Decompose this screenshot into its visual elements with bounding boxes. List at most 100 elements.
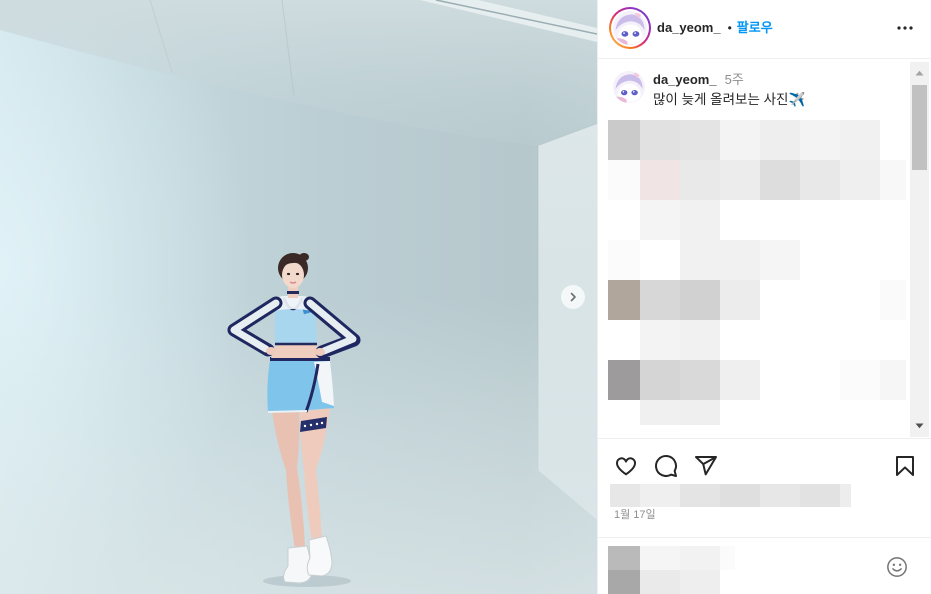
redacted-tile [640,400,680,425]
redacted-tile [840,320,880,360]
redacted-tile [880,320,906,360]
garter-stud [315,422,319,426]
redacted-tile [610,484,640,507]
redacted-tile [680,546,720,570]
chevron-right-icon [567,291,579,303]
redacted-tile [720,280,760,320]
redacted-tile [608,240,640,280]
redacted-tile [800,320,840,360]
redacted-tile [800,200,840,240]
redacted-tile [608,360,640,400]
redacted-tile [760,484,800,507]
redacted-tile [800,360,840,400]
post-date[interactable]: 1월 17일 [614,508,656,522]
caption-avatar[interactable] [613,71,645,103]
like-button[interactable] [614,454,638,478]
redacted-tile [608,160,640,200]
redacted-tile [840,160,880,200]
redacted-tile [800,160,840,200]
skirt-hem [267,410,308,413]
redacted-tile [760,200,800,240]
comments-section[interactable]: da_yeom_ 5주 많이 늦게 올려보는 사진✈️ [597,59,931,438]
redacted-tile [680,400,720,425]
redacted-tile [880,400,906,425]
redacted-tile [760,240,800,280]
redacted-tile [680,570,720,594]
redacted-tile [760,400,800,425]
follow-button[interactable]: 팔로우 [737,19,773,37]
comments-scrollbar[interactable] [910,62,929,437]
redacted-commenter [608,546,735,594]
redacted-tile [880,160,906,200]
redacted-tile [880,120,906,160]
right-hand [315,348,325,356]
redacted-tile [640,280,680,320]
share-button[interactable] [694,454,718,478]
redacted-tile [720,570,735,594]
more-options-button[interactable] [896,19,914,37]
redacted-tile [720,200,760,240]
redacted-tile [800,484,840,507]
redacted-tile [800,120,840,160]
redacted-tile [608,200,640,240]
post-photo[interactable] [0,0,597,594]
redacted-tile [680,360,720,400]
redacted-tile [680,200,720,240]
redacted-tile [640,360,680,400]
redacted-tile [760,160,800,200]
header-user-row: da_yeom_ • 팔로우 [657,19,773,37]
redacted-tile [880,280,906,320]
scrollbar-thumb[interactable] [912,85,927,170]
caption-username[interactable]: da_yeom_ [653,72,717,87]
redacted-tile [640,546,680,570]
redacted-tile [720,320,760,360]
comment-button[interactable] [654,454,678,478]
studio-photo [0,0,597,594]
redacted-tile [840,280,880,320]
next-photo-button[interactable] [561,285,585,309]
redacted-tile [640,240,680,280]
scroll-up-arrow-icon[interactable] [915,70,924,76]
redacted-tile [720,484,760,507]
redacted-tile [840,120,880,160]
caption-time[interactable]: 5주 [725,72,744,87]
post-side-panel: da_yeom_ • 팔로우 da_yeom_ 5주 많이 늦게 올려보는 사진✈… [597,0,931,594]
add-comment-area[interactable] [597,537,931,594]
redacted-tile [608,570,640,594]
redacted-tile [680,320,720,360]
redacted-tile [880,200,906,240]
redacted-tile [880,360,906,400]
avatar-image [613,71,645,103]
heart-icon [616,457,636,476]
redacted-tile [680,484,720,507]
header-username[interactable]: da_yeom_ [657,19,721,37]
story-ring-avatar[interactable] [609,7,651,49]
redacted-tile [840,484,851,507]
redacted-tile [760,320,800,360]
redacted-tile [800,400,840,425]
bookmark-icon [896,456,914,476]
redacted-tile [680,120,720,160]
save-button[interactable] [893,454,917,478]
redacted-tile [608,320,640,360]
redacted-tile [640,320,680,360]
left-hand [266,347,276,355]
emoji-button[interactable] [886,556,908,578]
redacted-tile [760,120,800,160]
ponytail [299,253,309,261]
redacted-tile [840,400,880,425]
eye [286,272,291,276]
redacted-tile [608,120,640,160]
redacted-tile [720,160,760,200]
scroll-down-arrow-icon[interactable] [915,423,924,429]
garter-stud [303,424,307,428]
redacted-tile [840,200,880,240]
redacted-likes[interactable] [610,484,851,507]
redacted-tile [608,280,640,320]
redacted-tile [720,400,760,425]
share-icon [695,456,717,476]
redacted-tile [760,280,800,320]
avatar-image [613,11,647,45]
redacted-tile [640,200,680,240]
redacted-tile [640,120,680,160]
